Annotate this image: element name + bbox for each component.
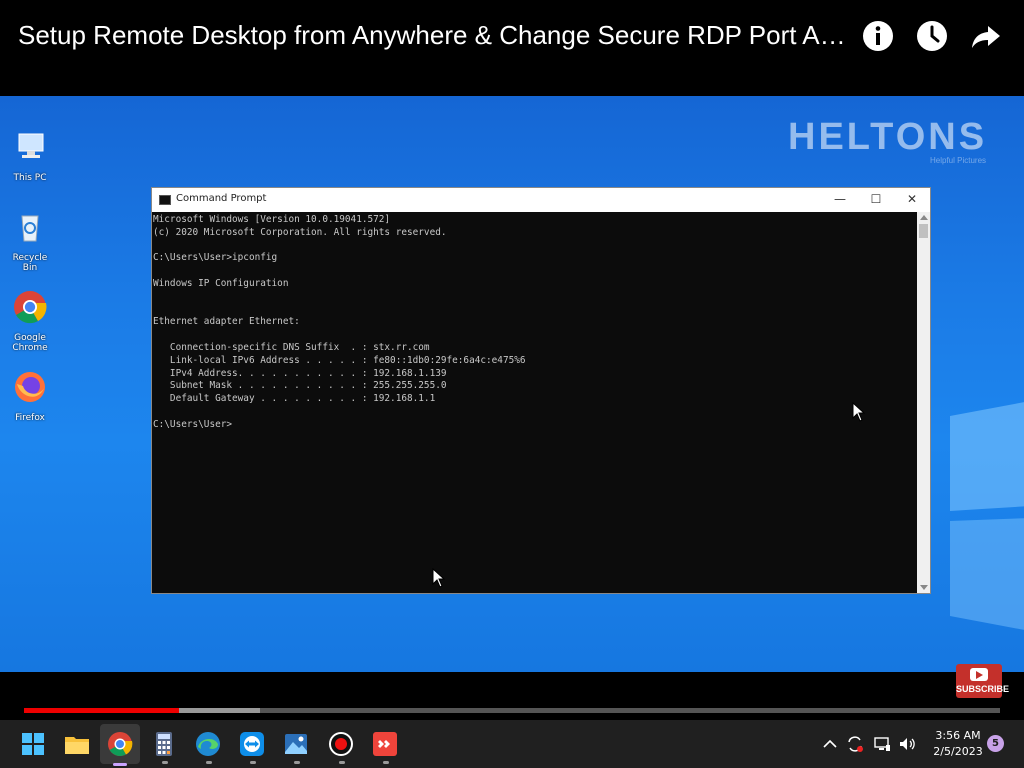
mouse-cursor-icon: [432, 568, 446, 588]
progress-bar[interactable]: [24, 708, 1000, 713]
cmd-scrollbar[interactable]: [917, 212, 930, 593]
this-pc-icon: [18, 133, 44, 158]
desktop-icon-firefox[interactable]: Firefox: [6, 370, 54, 423]
video-frame[interactable]: HELTONS Helpful Pictures This PC Recycle…: [0, 96, 1024, 672]
firefox-icon: [15, 372, 45, 402]
scroll-down-icon[interactable]: [920, 585, 928, 590]
progress-played: [24, 708, 180, 713]
cmd-console-output[interactable]: Microsoft Windows [Version 10.0.19041.57…: [152, 212, 917, 593]
taskbar-date[interactable]: 2/5/2023: [930, 745, 986, 758]
command-prompt-window[interactable]: Command Prompt — ☐ ✕ Microsoft Windows […: [151, 187, 931, 594]
file-explorer-icon[interactable]: [63, 730, 91, 758]
chrome-icon: [14, 291, 47, 324]
maximize-button[interactable]: ☐: [858, 188, 894, 212]
desktop-icon-this-pc[interactable]: This PC: [6, 130, 54, 183]
desktop-icon-label: This PC: [13, 173, 47, 183]
desktop-icon-recycle-bin[interactable]: Recycle Bin: [6, 210, 54, 273]
cmd-title: Command Prompt: [176, 193, 267, 204]
running-indicator: [294, 761, 300, 764]
youtube-play-icon: [970, 668, 988, 681]
running-indicator: [339, 761, 345, 764]
anydesk-icon[interactable]: [371, 730, 399, 758]
console-line: (c) 2020 Microsoft Corporation. All righ…: [153, 226, 447, 238]
desktop-icon-label: Google Chrome: [12, 333, 48, 353]
minimize-button[interactable]: —: [822, 188, 858, 212]
start-icon[interactable]: [19, 730, 47, 758]
console-line: IPv4 Address. . . . . . . . . . . : 192.…: [153, 367, 447, 379]
chrome-icon[interactable]: [106, 730, 134, 758]
console-prompt[interactable]: C:\Users\User>: [153, 419, 917, 432]
windows-taskbar: 3:56 AM 2/5/2023 5: [0, 720, 1024, 768]
watch-later-clock-icon[interactable]: [914, 18, 950, 54]
network-icon[interactable]: [872, 734, 892, 754]
console-line: Subnet Mask . . . . . . . . . . . : 255.…: [153, 380, 447, 392]
video-title[interactable]: Setup Remote Desktop from Anywhere & Cha…: [18, 20, 854, 51]
info-icon[interactable]: [860, 18, 896, 54]
edge-icon[interactable]: [194, 730, 222, 758]
video-title-bar: Setup Remote Desktop from Anywhere & Cha…: [0, 0, 1024, 96]
taskbar-time[interactable]: 3:56 AM: [930, 729, 986, 742]
console-line: Windows IP Configuration: [153, 277, 289, 289]
player-controls: SUBSCRIBE: [0, 664, 1024, 720]
volume-icon[interactable]: [897, 734, 917, 754]
desktop-icon-label: Firefox: [15, 413, 45, 423]
console-line: Ethernet adapter Ethernet:: [153, 316, 300, 328]
scroll-thumb[interactable]: [919, 224, 928, 238]
mouse-cursor-icon: [852, 402, 866, 422]
desktop-icon-label: Recycle Bin: [12, 253, 48, 273]
console-line: Default Gateway . . . . . . . . . : 192.…: [153, 393, 436, 405]
brand-watermark-sub: Helpful Pictures: [930, 156, 987, 165]
recycle-bin-icon: [21, 215, 39, 242]
brand-watermark: HELTONS: [788, 116, 988, 158]
chrome-running-indicator: [113, 763, 127, 766]
chevron-up-icon[interactable]: [820, 734, 840, 754]
console-line: Microsoft Windows [Version 10.0.19041.57…: [153, 214, 391, 225]
console-line: Connection-specific DNS Suffix . : stx.r…: [153, 341, 430, 353]
windows-logo-wallpaper: [950, 402, 1024, 630]
running-indicator: [162, 761, 168, 764]
calculator-icon[interactable]: [150, 730, 178, 758]
notification-badge[interactable]: 5: [987, 735, 1004, 752]
running-indicator: [206, 761, 212, 764]
cmd-titlebar[interactable]: Command Prompt — ☐ ✕: [152, 188, 930, 212]
screen-recorder-icon[interactable]: [327, 730, 355, 758]
close-button[interactable]: ✕: [894, 188, 930, 212]
running-indicator: [250, 761, 256, 764]
cmd-icon: [159, 195, 171, 205]
scroll-up-icon[interactable]: [920, 215, 928, 220]
subscribe-label: SUBSCRIBE: [956, 684, 1010, 694]
sync-icon[interactable]: [845, 734, 865, 754]
share-arrow-icon[interactable]: [968, 18, 1004, 54]
teamviewer-icon[interactable]: [238, 730, 266, 758]
console-line: C:\Users\User>ipconfig: [153, 252, 278, 264]
subscribe-button[interactable]: SUBSCRIBE: [956, 664, 1010, 698]
console-line: Link-local IPv6 Address . . . . . : fe80…: [153, 354, 526, 366]
photos-icon[interactable]: [282, 730, 310, 758]
running-indicator: [383, 761, 389, 764]
desktop-icon-chrome[interactable]: Google Chrome: [6, 290, 54, 353]
